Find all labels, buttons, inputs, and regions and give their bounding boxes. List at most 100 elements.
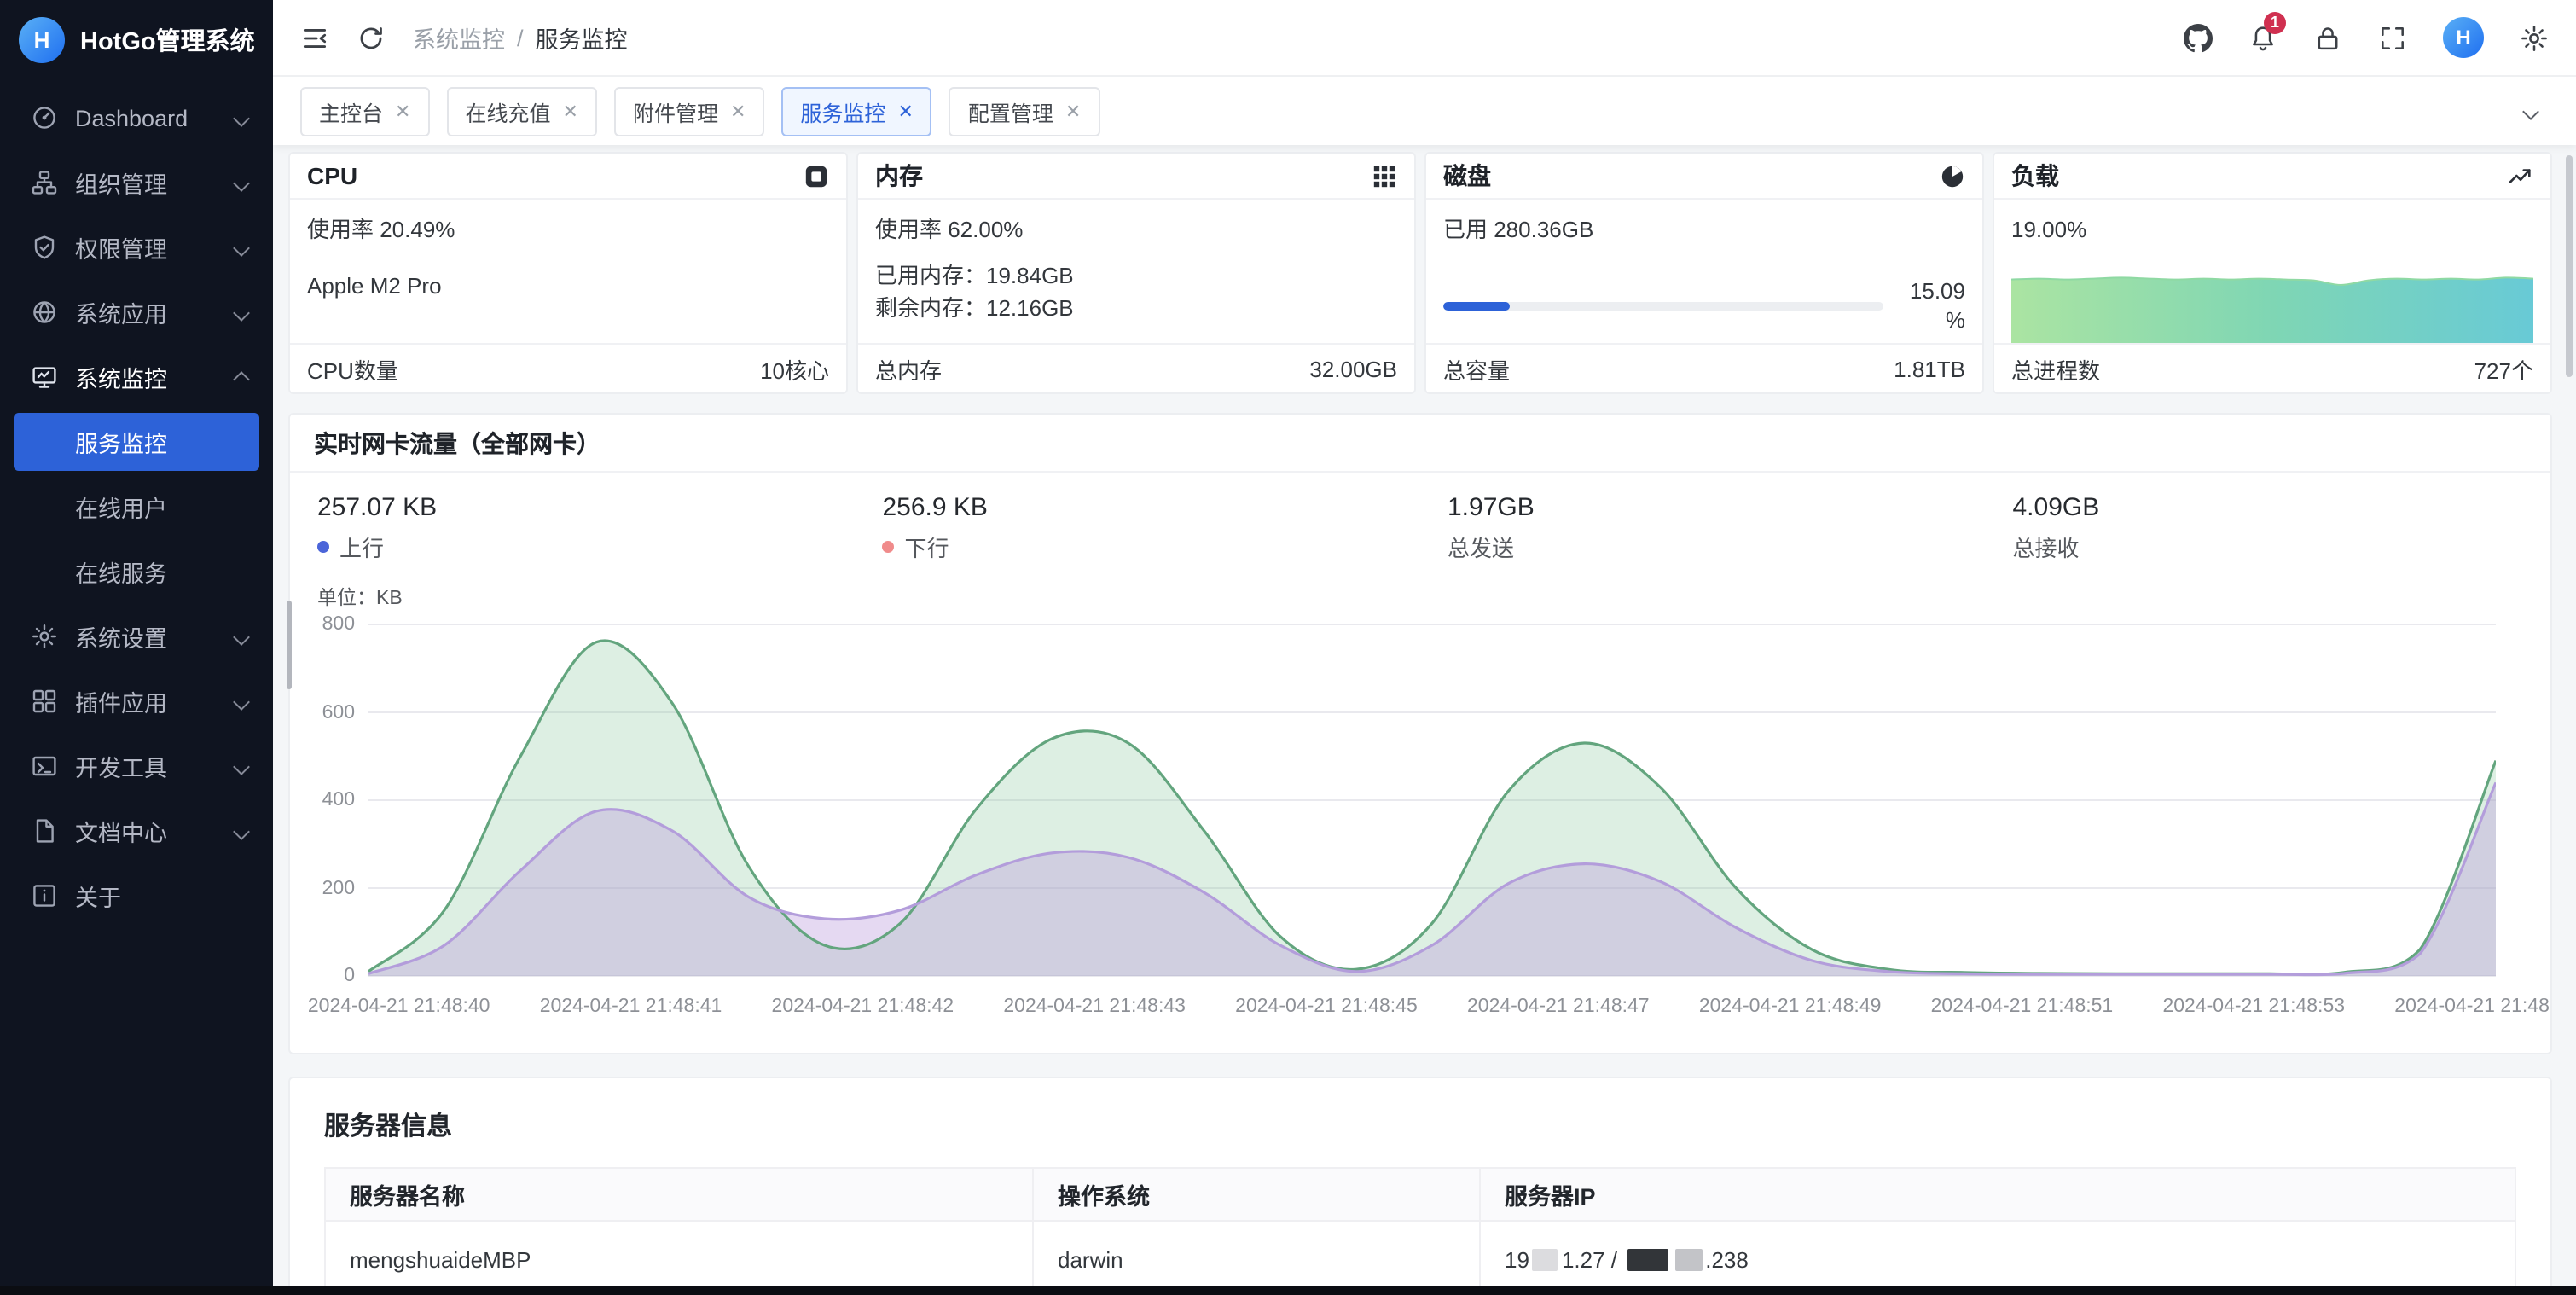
- sidebar-item-about[interactable]: 关于: [0, 863, 273, 928]
- x-axis-label: 2024-04-21 21:48:42: [772, 996, 954, 1017]
- tab-service-monitor[interactable]: 服务监控 ✕: [781, 86, 931, 136]
- traffic-chart-svg: [368, 614, 2496, 988]
- redacted-block: [1627, 1249, 1668, 1271]
- y-axis-label: 600: [322, 702, 355, 723]
- cpu-model: Apple M2 Pro: [307, 270, 829, 302]
- up-dot-icon: [317, 541, 329, 553]
- traffic-stat-up: 257.07 KB 上行: [290, 493, 856, 563]
- traffic-card: 实时网卡流量（全部网卡） 257.07 KB 上行 256.9 KB 下行 1.…: [288, 413, 2552, 1054]
- sidebar-item-sysmonitor[interactable]: 系统监控: [0, 345, 273, 409]
- chevron-down-icon: [233, 239, 250, 256]
- disk-used: 已用 280.36GB: [1443, 213, 1965, 246]
- disk-card: 磁盘 已用 280.36GB 15.09 %: [1424, 152, 1984, 394]
- github-icon[interactable]: [2184, 23, 2213, 52]
- sidebar-item-settings[interactable]: 系统设置: [0, 604, 273, 669]
- menu-fold-icon[interactable]: [300, 23, 329, 52]
- col-server-ip: 服务器IP: [1480, 1168, 2515, 1221]
- sidebar-item-docs[interactable]: 文档中心: [0, 798, 273, 863]
- cpu-card-title: CPU: [307, 162, 357, 189]
- sidebar-item-online-users[interactable]: 在线用户: [14, 474, 259, 539]
- app-logo[interactable]: H HotGo管理系统: [0, 0, 273, 78]
- sidebar-subitem-label: 在线服务: [75, 555, 167, 589]
- tab-config[interactable]: 配置管理 ✕: [949, 86, 1099, 136]
- col-os: 操作系统: [1033, 1168, 1480, 1221]
- bell-icon[interactable]: 1: [2248, 23, 2277, 52]
- fullscreen-icon[interactable]: [2378, 23, 2407, 52]
- sidebar-item-online-services[interactable]: 在线服务: [14, 539, 259, 604]
- tab-label: 主控台: [319, 95, 383, 127]
- lock-icon[interactable]: [2313, 23, 2342, 52]
- chevron-up-icon: [233, 371, 250, 388]
- traffic-down-label: 下行: [905, 531, 949, 563]
- breadcrumb-separator: /: [517, 25, 524, 50]
- close-icon[interactable]: ✕: [1065, 100, 1081, 122]
- tab-attachments[interactable]: 附件管理 ✕: [614, 86, 764, 136]
- page-scrollbar-thumb[interactable]: [2566, 155, 2573, 377]
- breadcrumb-item[interactable]: 系统监控: [413, 20, 505, 55]
- tab-console[interactable]: 主控台 ✕: [300, 86, 429, 136]
- sidebar-item-label: 关于: [75, 879, 252, 913]
- redacted-block: [1674, 1249, 1702, 1271]
- y-axis-label: 0: [344, 966, 355, 986]
- avatar[interactable]: H: [2443, 17, 2484, 58]
- sidebar-item-label: 系统监控: [75, 360, 235, 394]
- sidebar-item-permission[interactable]: 权限管理: [0, 215, 273, 280]
- main-area: 系统监控 / 服务监控 1 H: [273, 0, 2576, 1295]
- load-card-title: 负载: [2011, 159, 2059, 193]
- chevron-down-icon: [233, 109, 250, 126]
- docs-icon: [31, 817, 58, 845]
- server-info-card: 服务器信息 服务器名称 操作系统 服务器IP mengshuaideMBP: [288, 1077, 2552, 1295]
- tab-online-recharge[interactable]: 在线充值 ✕: [446, 86, 596, 136]
- close-icon[interactable]: ✕: [563, 100, 578, 122]
- logo-icon: H: [19, 16, 65, 62]
- x-axis-label: 2024-04-21 21:48:53: [2162, 996, 2345, 1017]
- x-axis-label: 2024-04-21 21:48:40: [308, 996, 490, 1017]
- breadcrumb: 系统监控 / 服务监控: [413, 20, 628, 55]
- y-axis-label: 800: [322, 614, 355, 635]
- cpu-footer-value: 10核心: [760, 352, 829, 385]
- memory-usage: 使用率 62.00%: [875, 213, 1397, 246]
- sidebar-item-label: Dashboard: [75, 105, 235, 131]
- x-axis-label: 2024-04-21 21:48:51: [1931, 996, 2114, 1017]
- traffic-stat-sent: 1.97GB 总发送: [1420, 493, 1986, 563]
- sidebar-item-service-monitor[interactable]: 服务监控: [14, 413, 259, 471]
- window-bottom-edge: [0, 1286, 2576, 1295]
- refresh-icon[interactable]: [357, 23, 386, 52]
- gear-icon: [31, 623, 58, 650]
- traffic-sent-label: 总发送: [1448, 531, 1514, 563]
- x-axis-label: 2024-04-21 21:48:43: [1003, 996, 1186, 1017]
- tab-label: 服务监控: [800, 95, 885, 127]
- traffic-x-axis: 2024-04-21 21:48:402024-04-21 21:48:4120…: [368, 988, 2496, 1022]
- close-icon[interactable]: ✕: [730, 100, 746, 122]
- server-ip-value: 191.27 / .238: [1505, 1247, 1749, 1273]
- app-root: H HotGo管理系统 Dashboard 组织管理: [0, 0, 2576, 1295]
- traffic-received-value: 4.09GB: [2013, 493, 2551, 522]
- close-icon[interactable]: ✕: [395, 100, 410, 122]
- gear-icon[interactable]: [2520, 23, 2549, 52]
- disk-pie-icon: [1940, 163, 1965, 189]
- breadcrumb-item-current[interactable]: 服务监控: [536, 20, 628, 55]
- tab-list-chevron-icon[interactable]: [2518, 98, 2549, 124]
- traffic-stats-row: 257.07 KB 上行 256.9 KB 下行 1.97GB 总发送 4.09…: [290, 493, 2550, 563]
- table-header-row: 服务器名称 操作系统 服务器IP: [325, 1168, 2515, 1221]
- table-row: mengshuaideMBP darwin 191.27 / .238: [325, 1221, 2515, 1295]
- content-scrollbar-thumb[interactable]: [287, 601, 292, 689]
- sidebar-item-sysapps[interactable]: 系统应用: [0, 280, 273, 345]
- sidebar-item-org[interactable]: 组织管理: [0, 150, 273, 215]
- sidebar-menu: Dashboard 组织管理 权限管理: [0, 78, 273, 1295]
- sidebar-item-dashboard[interactable]: Dashboard: [0, 85, 273, 150]
- sidebar-item-plugins[interactable]: 插件应用: [0, 669, 273, 734]
- traffic-title: 实时网卡流量（全部网卡）: [314, 426, 600, 460]
- server-ip-cell: 191.27 / .238: [1480, 1221, 2515, 1295]
- page-content: CPU 使用率 20.49% Apple M2 Pro CPU数量 10核心: [273, 145, 2576, 1295]
- disk-card-title: 磁盘: [1443, 159, 1491, 193]
- close-icon[interactable]: ✕: [897, 100, 913, 122]
- load-trend-icon: [2508, 163, 2533, 189]
- apps-icon: [31, 299, 58, 326]
- server-table: 服务器名称 操作系统 服务器IP mengshuaideMBP darwin 1…: [324, 1167, 2516, 1295]
- load-footer-value: 727个: [2474, 352, 2533, 385]
- disk-progress-bar: [1443, 301, 1883, 310]
- memory-free: 剩余内存：12.16GB: [875, 292, 1397, 324]
- redacted-block: [1533, 1249, 1558, 1271]
- sidebar-item-devtools[interactable]: 开发工具: [0, 734, 273, 798]
